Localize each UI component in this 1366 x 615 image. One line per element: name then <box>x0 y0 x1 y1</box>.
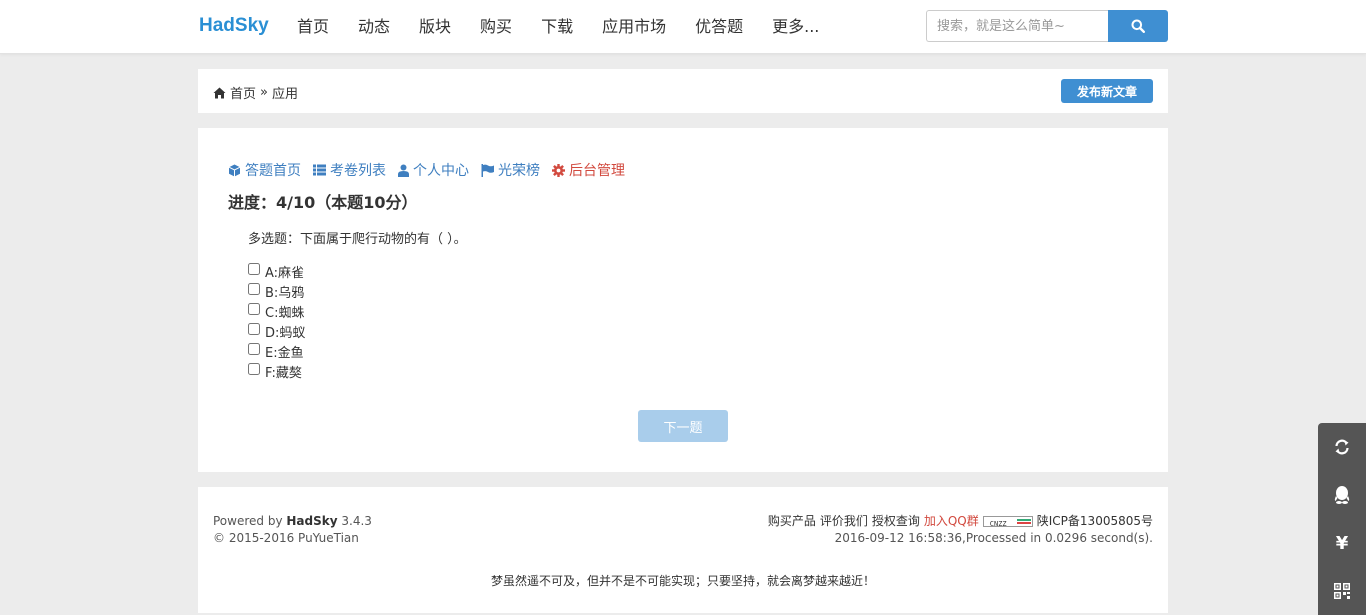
cnzz-badge[interactable]: CNZZ <box>982 516 1033 528</box>
refresh-icon <box>1335 439 1349 455</box>
powered-prefix: Powered by <box>213 514 287 528</box>
refresh-button[interactable] <box>1318 423 1366 471</box>
nav-item-home[interactable]: 首页 <box>297 16 329 38</box>
footer-links: 购买产品 评价我们 授权查询 加入QQ群 CNZZ 陕ICP备13005805号… <box>764 513 1153 547</box>
footer-credits: Powered by HadSky 3.4.3 © 2015-2016 PuYu… <box>213 513 372 547</box>
option-label: F:藏獒 <box>265 365 302 381</box>
user-icon <box>398 164 409 177</box>
subnav-honor-board[interactable]: 光荣榜 <box>481 160 540 180</box>
option-label: C:蜘蛛 <box>265 305 305 321</box>
next-question-button[interactable]: 下一题 <box>638 410 728 442</box>
search-box <box>926 10 1168 42</box>
subnav-label: 个人中心 <box>413 163 469 179</box>
powered-name[interactable]: HadSky <box>286 514 337 528</box>
quiz-subnav: 答题首页 考卷列表 个人中心 光荣榜 后台管理 <box>228 160 637 180</box>
breadcrumb-current: 应用 <box>271 87 298 102</box>
footer-link-license[interactable]: 授权查询 <box>872 513 920 530</box>
subnav-admin[interactable]: 后台管理 <box>552 160 625 180</box>
breadcrumb: 首页 » 应用 <box>213 83 298 102</box>
nav-item-app-market[interactable]: 应用市场 <box>602 16 666 38</box>
side-toolbar: ¥ <box>1318 423 1366 615</box>
cnzz-badge-bar-red <box>1016 522 1031 524</box>
subnav-label: 考卷列表 <box>330 163 386 179</box>
footer: Powered by HadSky 3.4.3 © 2015-2016 PuYu… <box>198 487 1168 613</box>
nav-item-buy[interactable]: 购买 <box>480 16 512 38</box>
subnav-label: 后台管理 <box>569 163 625 179</box>
nav-item-feed[interactable]: 动态 <box>358 16 390 38</box>
top-navbar: HadSky 首页 动态 版块 购买 下载 应用市场 优答题 更多... <box>0 0 1366 54</box>
powered-version: 3.4.3 <box>337 514 372 528</box>
footer-motto: 梦虽然遥不可及，但并不是不可能实现；只要坚持，就会离梦越来越近！ <box>490 574 875 588</box>
option-label: E:金鱼 <box>265 345 304 361</box>
qq-icon <box>1334 486 1350 504</box>
option-checkbox[interactable] <box>248 323 260 335</box>
footer-icp[interactable]: 陕ICP备13005805号 <box>1037 513 1153 530</box>
option-checkbox[interactable] <box>248 263 260 275</box>
search-input[interactable] <box>926 10 1108 42</box>
footer-link-review[interactable]: 评价我们 <box>820 513 868 530</box>
cube-icon <box>228 164 241 176</box>
question-text: 多选题：下面属于爬行动物的有（ ）。 <box>248 232 467 247</box>
qrcode-icon <box>1334 583 1350 599</box>
cnzz-badge-text: CNZZ <box>989 520 1007 528</box>
subnav-paper-list[interactable]: 考卷列表 <box>313 160 386 180</box>
search-icon <box>1131 19 1145 33</box>
search-button[interactable] <box>1108 10 1168 42</box>
list-icon <box>313 164 326 176</box>
yuan-icon: ¥ <box>1335 532 1349 554</box>
cnzz-badge-bar-green <box>1016 519 1031 521</box>
nav-item-more[interactable]: 更多... <box>772 16 819 38</box>
brand-logo[interactable]: HadSky <box>199 15 269 37</box>
footer-links-row: 购买产品 评价我们 授权查询 加入QQ群 CNZZ 陕ICP备13005805号 <box>764 513 1153 530</box>
copyright: © 2015-2016 PuYueTian <box>213 531 359 545</box>
option-b[interactable]: B:乌鸦 <box>248 281 305 301</box>
option-c[interactable]: C:蜘蛛 <box>248 301 305 321</box>
subnav-quiz-home[interactable]: 答题首页 <box>228 160 301 180</box>
subnav-label: 答题首页 <box>245 163 301 179</box>
footer-link-qq-group[interactable]: 加入QQ群 <box>924 513 979 530</box>
option-checkbox[interactable] <box>248 343 260 355</box>
option-checkbox[interactable] <box>248 363 260 375</box>
qq-button[interactable] <box>1318 471 1366 519</box>
gear-icon <box>552 163 565 177</box>
nav-item-download[interactable]: 下载 <box>541 16 573 38</box>
breadcrumb-home[interactable]: 首页 <box>230 83 256 102</box>
option-label: A:麻雀 <box>265 265 305 281</box>
option-d[interactable]: D:蚂蚁 <box>248 321 305 341</box>
main-nav: 首页 动态 版块 购买 下载 应用市场 优答题 更多... <box>297 16 848 38</box>
subnav-label: 光荣榜 <box>498 163 540 179</box>
footer-timestamp: 2016-09-12 16:58:36,Processed in 0.0296 … <box>834 531 1153 545</box>
nav-item-boards[interactable]: 版块 <box>419 16 451 38</box>
breadcrumb-separator: » <box>260 85 268 100</box>
option-e[interactable]: E:金鱼 <box>248 341 305 361</box>
option-f[interactable]: F:藏獒 <box>248 361 305 381</box>
flag-icon <box>481 163 494 177</box>
option-checkbox[interactable] <box>248 303 260 315</box>
option-checkbox[interactable] <box>248 283 260 295</box>
home-icon <box>213 87 226 98</box>
option-label: D:蚂蚁 <box>265 325 306 341</box>
subnav-profile[interactable]: 个人中心 <box>398 160 469 180</box>
nav-item-quiz[interactable]: 优答题 <box>695 16 743 38</box>
quiz-panel: 答题首页 考卷列表 个人中心 光荣榜 后台管理 进度：4/10（本题10分） 多… <box>198 128 1168 472</box>
breadcrumb-bar: 首页 » 应用 发布新文章 <box>198 69 1168 113</box>
option-a[interactable]: A:麻雀 <box>248 261 305 281</box>
option-label: B:乌鸦 <box>265 285 305 301</box>
powered-by: Powered by HadSky 3.4.3 <box>213 513 372 530</box>
answer-options: A:麻雀 B:乌鸦 C:蜘蛛 D:蚂蚁 E:金鱼 F:藏獒 <box>248 261 305 381</box>
donate-button[interactable]: ¥ <box>1318 519 1366 567</box>
publish-article-button[interactable]: 发布新文章 <box>1061 79 1153 103</box>
quiz-progress: 进度：4/10（本题10分） <box>228 193 418 212</box>
footer-link-buy[interactable]: 购买产品 <box>768 513 816 530</box>
qrcode-button[interactable] <box>1318 567 1366 615</box>
